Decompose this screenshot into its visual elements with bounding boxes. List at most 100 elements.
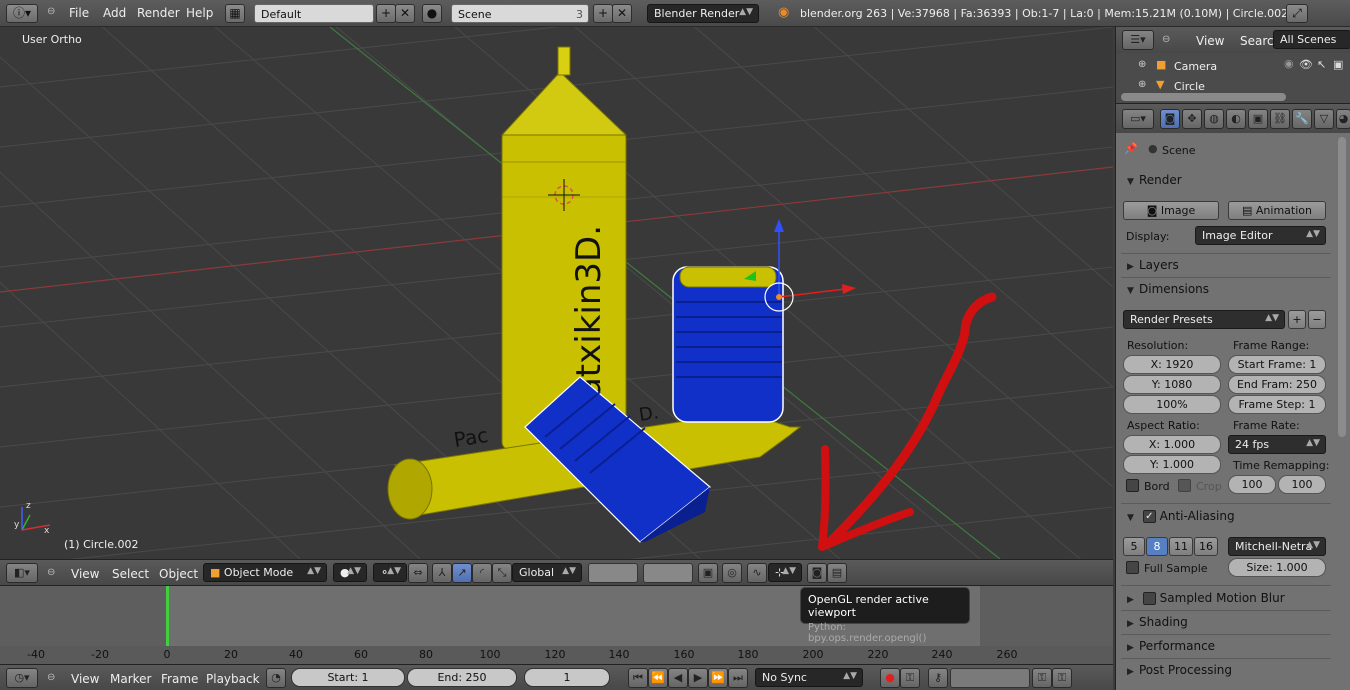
timeline-menu-frame[interactable]: Frame xyxy=(161,672,198,686)
outliner[interactable]: ⊕ ■ Camera ◉ 👁 ↖ ▣ ⊕ ▼ Circle xyxy=(1115,53,1350,103)
outliner-menu-view[interactable]: View xyxy=(1196,34,1224,48)
menu-add[interactable]: Add xyxy=(103,6,126,20)
pivot-point-dropdown[interactable]: ⚬ ▲▼ xyxy=(373,563,407,582)
delete-keyframe-icon[interactable]: ⚿ xyxy=(1052,668,1072,688)
pin-icon[interactable]: 📌 xyxy=(1124,142,1138,155)
properties-editor[interactable]: 📌 ● Scene ▼ Render ◙ Image ▤ Animation Di… xyxy=(1115,133,1350,690)
scene-field[interactable]: Scene 3 xyxy=(451,4,589,23)
record-icon[interactable]: ● xyxy=(880,668,900,688)
manipulator-center-icon[interactable]: ⇔ xyxy=(408,563,428,583)
render-engine-dropdown[interactable]: Blender Render ▲▼ xyxy=(647,4,759,23)
motion-blur-checkbox[interactable] xyxy=(1142,592,1156,605)
render-context-icon[interactable]: ◙ xyxy=(1160,109,1180,129)
outliner-horizontal-scrollbar[interactable] xyxy=(1121,93,1286,101)
world-context-icon[interactable]: ◐ xyxy=(1226,109,1246,129)
viewport-scene[interactable]: Patxikin3D. Pac D. z x y xyxy=(0,27,1113,559)
editor-type-timeline-icon[interactable]: ◷▾ xyxy=(6,668,38,688)
render-image-button[interactable]: ◙ Image xyxy=(1123,201,1219,220)
remove-preset-icon[interactable]: − xyxy=(1308,310,1326,329)
scale-manipulator-icon[interactable]: ⤡ xyxy=(492,563,512,583)
resolution-x-field[interactable]: X: 1920 xyxy=(1123,355,1221,374)
aa-samples-11[interactable]: 11 xyxy=(1169,537,1193,556)
collapse-menu-icon[interactable]: ⊖ xyxy=(47,672,55,683)
select-arrow-icon[interactable]: ↖ xyxy=(1317,58,1326,71)
editor-type-info-icon[interactable]: ⓘ▾ xyxy=(6,4,38,23)
snap-element-dropdown[interactable]: ⊹ ▲▼ xyxy=(768,563,802,582)
aa-samples-16[interactable]: 16 xyxy=(1194,537,1218,556)
outliner-display-mode-dropdown[interactable]: All Scenes xyxy=(1273,30,1350,49)
resolution-percentage-field[interactable]: 100% xyxy=(1123,395,1221,414)
layer-lock-icon[interactable]: ▣ xyxy=(698,563,718,583)
render-layers-context-icon[interactable]: ✥ xyxy=(1182,109,1202,129)
material-context-icon[interactable]: ◕ xyxy=(1336,109,1350,129)
play-icon[interactable]: ▶ xyxy=(688,668,708,688)
orientation-dropdown[interactable]: Global ▲▼ xyxy=(512,563,582,582)
keying-set-icon[interactable]: ⚷ xyxy=(928,668,948,688)
remove-layout-icon[interactable]: ✕ xyxy=(395,4,415,23)
render-panel-header[interactable]: ▼ Render xyxy=(1121,169,1331,191)
performance-panel-header[interactable]: ▶ Performance xyxy=(1121,635,1331,657)
crop-checkbox[interactable] xyxy=(1178,479,1191,492)
jump-keyframe-forward-icon[interactable]: ⏩ xyxy=(708,668,728,688)
scene-context-icon[interactable]: ◍ xyxy=(1204,109,1224,129)
aa-samples-5[interactable]: 5 xyxy=(1123,537,1145,556)
aspect-y-field[interactable]: Y: 1.000 xyxy=(1123,455,1221,474)
yellow-bottle-standing[interactable]: Patxikin3D. xyxy=(500,46,628,451)
jump-end-icon[interactable]: ⏭ xyxy=(728,668,748,688)
screen-layout-field[interactable]: Default xyxy=(254,4,374,23)
time-remap-old-field[interactable]: 100 xyxy=(1228,475,1276,494)
frame-step-field[interactable]: Frame Step: 1 xyxy=(1228,395,1326,414)
border-checkbox[interactable] xyxy=(1126,479,1139,492)
expand-icon[interactable]: ⊕ xyxy=(1138,79,1146,90)
anti-aliasing-panel-header[interactable]: ▼ ✓ Anti-Aliasing xyxy=(1121,505,1331,527)
screen-layout-icon[interactable]: ▦ xyxy=(225,4,245,23)
display-dropdown[interactable]: Image Editor ▲▼ xyxy=(1195,226,1326,245)
menu-object[interactable]: Object xyxy=(159,567,198,581)
full-sample-checkbox[interactable] xyxy=(1126,561,1139,574)
current-frame-field[interactable]: 1 xyxy=(524,668,610,687)
object-context-icon[interactable]: ▣ xyxy=(1248,109,1268,129)
jump-start-icon[interactable]: ⏮ xyxy=(628,668,648,688)
opengl-render-image-icon[interactable]: ◙ xyxy=(807,563,827,583)
opengl-render-animation-icon[interactable]: ▤ xyxy=(827,563,847,583)
jump-keyframe-back-icon[interactable]: ⏪ xyxy=(648,668,668,688)
keying-set-field[interactable] xyxy=(950,668,1030,688)
render-animation-button[interactable]: ▤ Animation xyxy=(1228,201,1326,220)
post-processing-panel-header[interactable]: ▶ Post Processing xyxy=(1121,659,1331,681)
3d-viewport[interactable]: Patxikin3D. Pac D. z x y User Ortho (1) … xyxy=(0,27,1113,559)
properties-scrollbar[interactable] xyxy=(1338,137,1346,437)
current-frame-indicator[interactable] xyxy=(166,586,169,646)
fullscreen-icon[interactable]: ⤢ xyxy=(1286,4,1308,23)
menu-select[interactable]: Select xyxy=(112,567,149,581)
modifiers-context-icon[interactable]: 🔧 xyxy=(1292,109,1312,129)
proportional-edit-icon[interactable]: ◎ xyxy=(722,563,742,583)
remove-scene-icon[interactable]: ✕ xyxy=(612,4,632,23)
aspect-x-field[interactable]: X: 1.000 xyxy=(1123,435,1221,454)
visibility-eye-icon[interactable]: 👁 xyxy=(1299,58,1313,71)
layers-panel-header[interactable]: ▶ Layers xyxy=(1121,254,1331,276)
collapse-menu-icon[interactable]: ⊖ xyxy=(47,6,55,17)
manipulator-toggle-icon[interactable]: ⅄ xyxy=(432,563,452,583)
render-presets-dropdown[interactable]: Render Presets ▲▼ xyxy=(1123,310,1285,329)
aa-samples-8[interactable]: 8 xyxy=(1146,537,1168,556)
end-frame-field[interactable]: End Fram: 250 xyxy=(1228,375,1326,394)
scene-layers-grid-1[interactable] xyxy=(588,563,638,583)
data-context-icon[interactable]: ▽ xyxy=(1314,109,1334,129)
play-reverse-icon[interactable]: ◀ xyxy=(668,668,688,688)
menu-help[interactable]: Help xyxy=(186,6,213,20)
insert-keyframe-icon[interactable]: ⚿ xyxy=(1032,668,1052,688)
editor-type-3d-icon[interactable]: ◧▾ xyxy=(6,563,38,583)
constraints-context-icon[interactable]: ⛓ xyxy=(1270,109,1290,129)
rotate-manipulator-icon[interactable]: ◜ xyxy=(472,563,492,583)
shading-panel-header[interactable]: ▶ Shading xyxy=(1121,611,1331,633)
aa-filter-dropdown[interactable]: Mitchell-Netra ▲▼ xyxy=(1228,537,1326,556)
timeline-menu-marker[interactable]: Marker xyxy=(110,672,151,686)
outliner-item-camera[interactable]: Camera xyxy=(1174,60,1217,73)
resolution-y-field[interactable]: Y: 1080 xyxy=(1123,375,1221,394)
frame-rate-dropdown[interactable]: 24 fps ▲▼ xyxy=(1228,435,1326,454)
translate-manipulator-icon[interactable]: ↗ xyxy=(452,563,472,583)
viewport-shading-dropdown[interactable]: ● ▲▼ xyxy=(333,563,367,582)
timeline-menu-view[interactable]: View xyxy=(71,672,99,686)
menu-view[interactable]: View xyxy=(71,567,99,581)
snap-toggle-icon[interactable]: ∿ xyxy=(747,563,767,583)
